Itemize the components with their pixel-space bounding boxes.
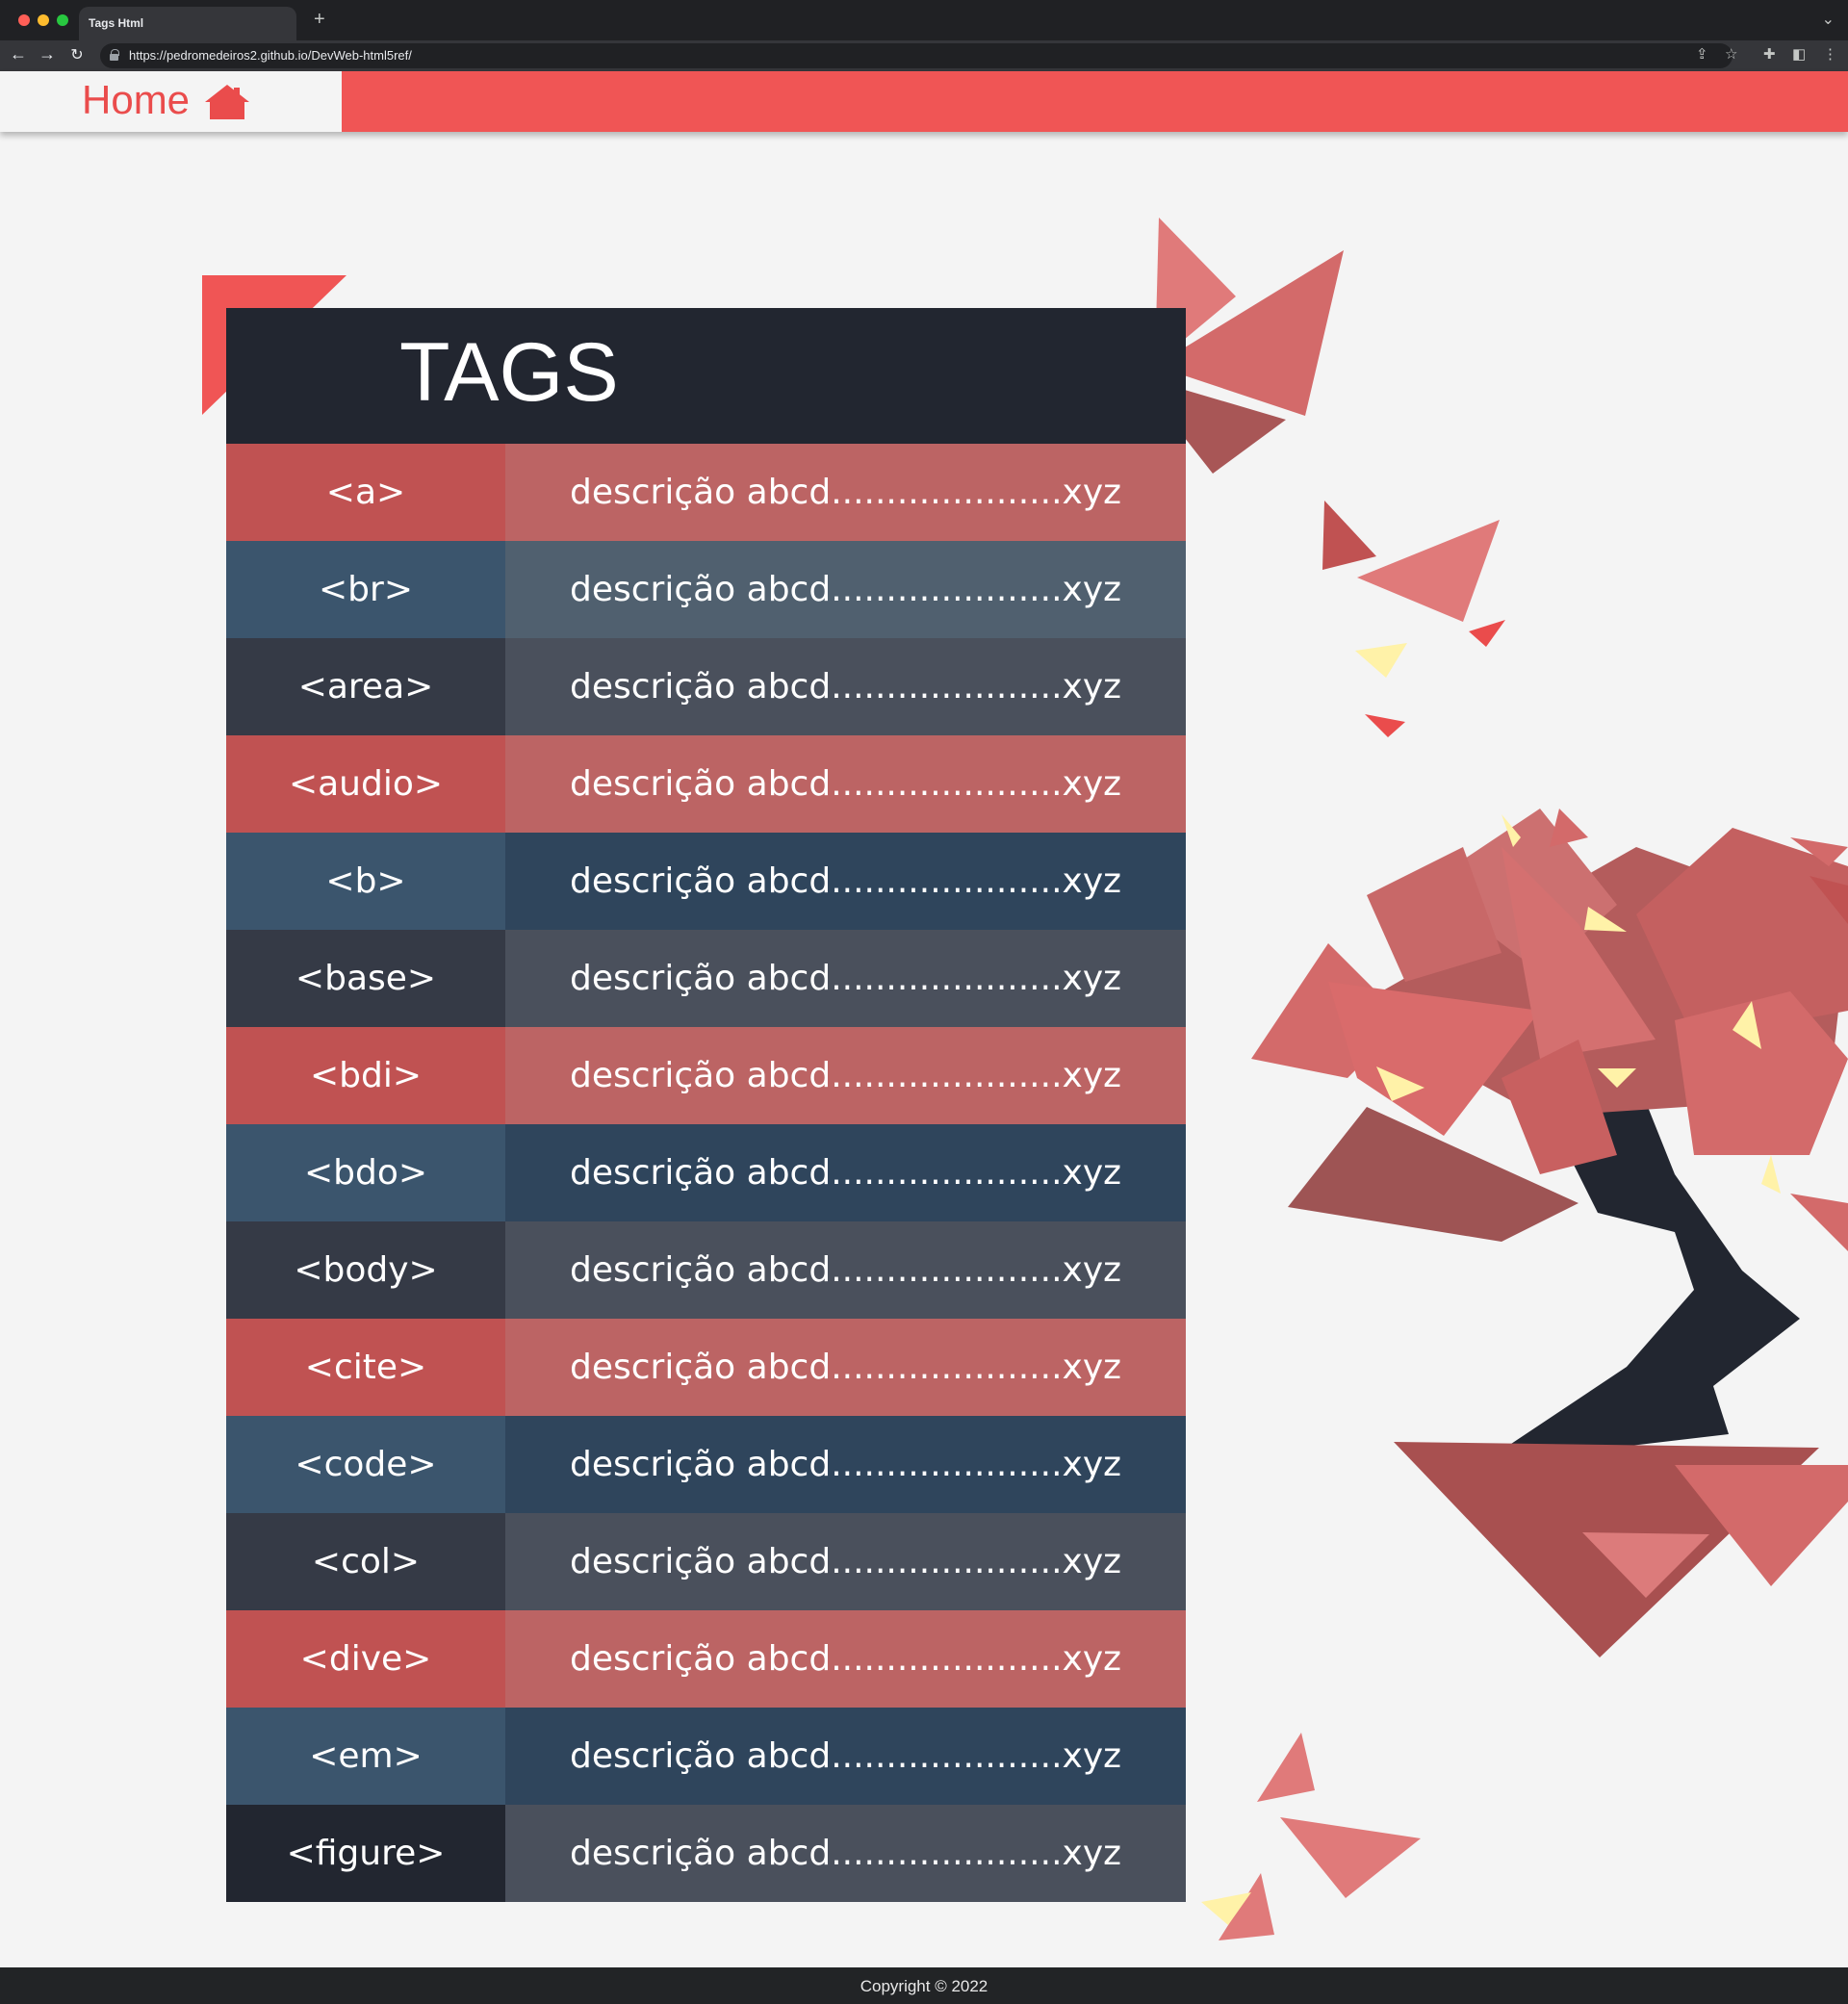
tag-cell: <cite> — [226, 1319, 505, 1416]
tag-cell: <a> — [226, 444, 505, 541]
tag-cell: <base> — [226, 930, 505, 1027]
close-window-button[interactable] — [18, 14, 30, 26]
lock-icon — [110, 49, 119, 61]
tag-cell: <em> — [226, 1708, 505, 1805]
table-row: <col> descrição abcd.....................… — [226, 1513, 1186, 1610]
description-cell: descrição abcd.....................xyz — [505, 1805, 1186, 1902]
table-row: <base> descrição abcd....................… — [226, 930, 1186, 1027]
tab-strip: Tags Html + ⌄ — [0, 0, 1848, 40]
tag-cell: <col> — [226, 1513, 505, 1610]
description-cell: descrição abcd.....................xyz — [505, 638, 1186, 735]
description-cell: descrição abcd.....................xyz — [505, 1319, 1186, 1416]
table-row: <br> descrição abcd.....................x… — [226, 541, 1186, 638]
tag-cell: <code> — [226, 1416, 505, 1513]
description-cell: descrição abcd.....................xyz — [505, 1513, 1186, 1610]
reload-icon[interactable]: ↻ — [66, 45, 88, 64]
star-icon[interactable]: ☆ — [1725, 45, 1737, 63]
table-row: <code> descrição abcd....................… — [226, 1416, 1186, 1513]
table-row: <body> descrição abcd....................… — [226, 1221, 1186, 1319]
table-row: <figure> descrição abcd..................… — [226, 1805, 1186, 1902]
extensions-icon[interactable]: ✚ — [1763, 45, 1776, 63]
forward-icon[interactable]: → — [37, 44, 58, 64]
description-cell: descrição abcd.....................xyz — [505, 1027, 1186, 1124]
home-nav: Home — [0, 71, 342, 132]
tag-cell: <br> — [226, 541, 505, 638]
description-cell: descrição abcd.....................xyz — [505, 1610, 1186, 1708]
table-row: <a> descrição abcd.....................xy… — [226, 444, 1186, 541]
maximize-window-button[interactable] — [57, 14, 68, 26]
table-row: <audio> descrição abcd...................… — [226, 735, 1186, 833]
description-cell: descrição abcd.....................xyz — [505, 1708, 1186, 1805]
new-tab-button[interactable]: + — [314, 9, 325, 31]
tag-cell: <dive> — [226, 1610, 505, 1708]
site-footer: Copyright © 2022 — [0, 1967, 1848, 2004]
tag-cell: <figure> — [226, 1805, 505, 1902]
browser-chrome: Tags Html + ⌄ ← → ↻ https://pedromedeiro… — [0, 0, 1848, 71]
tag-cell: <area> — [226, 638, 505, 735]
home-icon[interactable] — [204, 84, 250, 120]
home-link[interactable]: Home — [82, 77, 190, 123]
description-cell: descrição abcd.....................xyz — [505, 1416, 1186, 1513]
description-cell: descrição abcd.....................xyz — [505, 444, 1186, 541]
browser-toolbar: ← → ↻ https://pedromedeiros2.github.io/D… — [0, 40, 1848, 71]
tab-title: Tags Html — [89, 16, 144, 30]
tag-cell: <bdo> — [226, 1124, 505, 1221]
description-cell: descrição abcd.....................xyz — [505, 1124, 1186, 1221]
description-cell: descrição abcd.....................xyz — [505, 735, 1186, 833]
menu-icon[interactable]: ⋮ — [1823, 45, 1837, 63]
tag-cell: <bdi> — [226, 1027, 505, 1124]
description-cell: descrição abcd.....................xyz — [505, 541, 1186, 638]
address-bar[interactable]: https://pedromedeiros2.github.io/DevWeb-… — [100, 43, 1732, 68]
tag-cell: <body> — [226, 1221, 505, 1319]
minimize-window-button[interactable] — [38, 14, 49, 26]
table-row: <area> descrição abcd....................… — [226, 638, 1186, 735]
tag-cell: <b> — [226, 833, 505, 930]
url-text: https://pedromedeiros2.github.io/DevWeb-… — [129, 48, 412, 63]
tags-table: <a> descrição abcd.....................xy… — [226, 444, 1186, 1902]
table-row: <b> descrição abcd.....................xy… — [226, 833, 1186, 930]
tag-cell: <audio> — [226, 735, 505, 833]
description-cell: descrição abcd.....................xyz — [505, 1221, 1186, 1319]
side-panel-icon[interactable]: ◧ — [1792, 45, 1806, 63]
table-row: <bdi> descrição abcd.....................… — [226, 1027, 1186, 1124]
browser-tab[interactable]: Tags Html — [79, 7, 296, 40]
tab-search-icon[interactable]: ⌄ — [1822, 10, 1835, 29]
back-icon[interactable]: ← — [8, 44, 29, 64]
table-row: <dive> descrição abcd....................… — [226, 1610, 1186, 1708]
description-cell: descrição abcd.....................xyz — [505, 833, 1186, 930]
table-row: <em> descrição abcd.....................x… — [226, 1708, 1186, 1805]
share-icon[interactable]: ⇪ — [1696, 45, 1708, 63]
page-title: TAGS — [399, 326, 619, 419]
table-header: TAGS — [226, 308, 1186, 445]
table-row: <bdo> descrição abcd.....................… — [226, 1124, 1186, 1221]
site-header: Home — [0, 71, 1848, 132]
copyright-text: Copyright © 2022 — [860, 1977, 988, 1995]
table-row: <cite> descrição abcd....................… — [226, 1319, 1186, 1416]
description-cell: descrição abcd.....................xyz — [505, 930, 1186, 1027]
